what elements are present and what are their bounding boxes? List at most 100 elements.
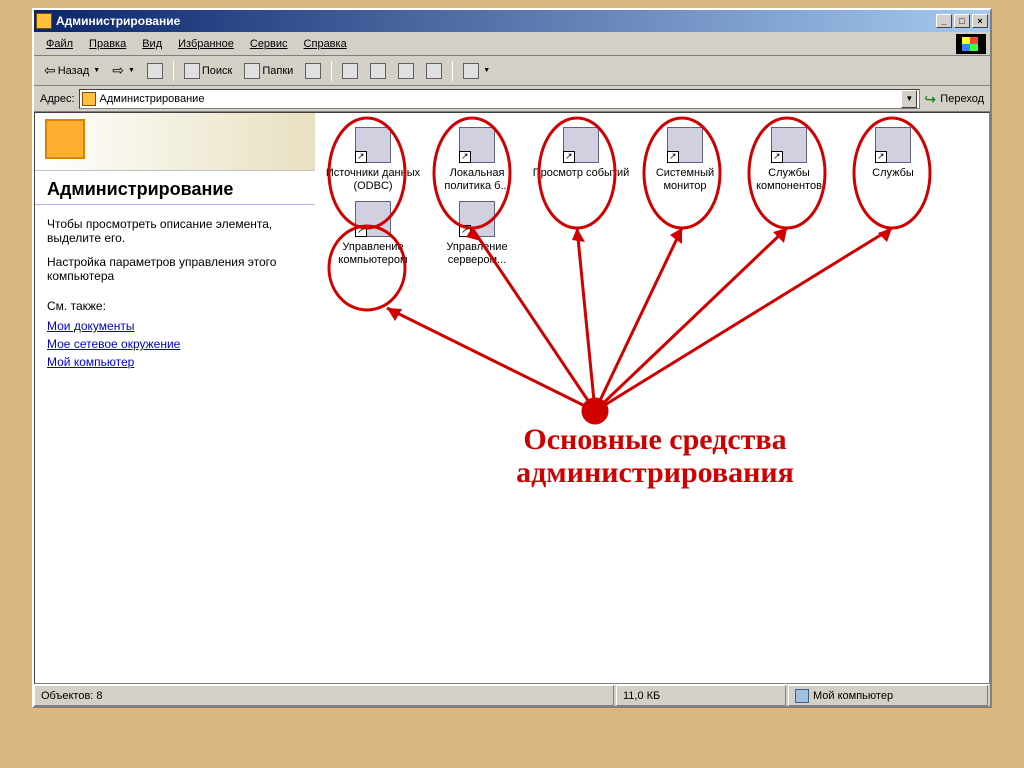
app-icon [36,13,52,29]
delete-icon [398,63,414,79]
close-button[interactable]: × [972,14,988,28]
titlebar[interactable]: Администрирование _ □ × [34,10,990,32]
menu-tools[interactable]: Сервис [242,36,296,52]
back-arrow-icon: ⇦ [44,62,56,79]
item-services[interactable]: Службы [843,127,943,193]
folders-button[interactable]: Папки [240,61,297,81]
shortcut-icon [875,151,887,163]
item-label: Источники данных (ODBC) [323,167,423,193]
link-my-computer[interactable]: Мой компьютер [47,355,303,369]
item-computer-mgmt[interactable]: Управление компьютером [323,201,423,267]
copyto-button[interactable] [366,61,390,81]
sidebar-subtitle: Настройка параметров управления этого ко… [47,255,303,283]
address-label: Адрес: [40,93,75,105]
annotation-line1: Основные средства [435,423,875,456]
status-objects: Объектов: 8 [34,685,614,706]
item-label: Системный монитор [635,167,735,193]
views-icon [463,63,479,79]
item-label: Управление компьютером [323,241,423,267]
item-local-policy[interactable]: Локальная политика б... [427,127,527,193]
item-label: Службы компонентов [739,167,839,193]
folder-icon [82,92,96,106]
status-location-text: Мой компьютер [813,690,893,702]
address-value: Администрирование [100,93,205,105]
undo-icon [426,63,442,79]
see-also-label: См. также: [47,299,303,313]
item-event-viewer[interactable]: Просмотр событий [531,127,631,193]
item-perf-monitor[interactable]: Системный монитор [635,127,735,193]
moveto-icon [342,63,358,79]
window-title: Администрирование [56,14,936,28]
item-server-mgmt[interactable]: Управление сервером... [427,201,527,267]
banner [35,113,315,171]
copyto-icon [370,63,386,79]
separator [331,61,332,81]
up-folder-icon [147,63,163,79]
annotation-text: Основные средства администрирования [435,423,875,489]
shortcut-icon [771,151,783,163]
sidebar-body: Чтобы просмотреть описание элемента, выд… [35,205,315,385]
shortcut-icon [459,225,471,237]
shortcut-icon [355,151,367,163]
address-dropdown[interactable]: ▼ [901,90,917,108]
annotation-line2: администрирования [435,456,875,489]
menu-file[interactable]: Файл [38,36,81,52]
statusbar: Объектов: 8 11,0 КБ Мой компьютер [34,684,990,706]
shortcut-icon [563,151,575,163]
go-arrow-icon: ↪ [924,92,938,106]
link-my-network[interactable]: Мое сетевое окружение [47,337,303,351]
back-button[interactable]: ⇦Назад▼ [40,60,104,81]
search-label: Поиск [202,65,232,77]
menu-help[interactable]: Справка [296,36,355,52]
separator [173,61,174,81]
windows-logo-icon [956,34,986,54]
content-area: Администрирование Чтобы просмотреть опис… [34,112,990,684]
dropdown-icon: ▼ [483,67,490,74]
views-button[interactable]: ▼ [459,61,494,81]
sidebar-panel: Администрирование Чтобы просмотреть опис… [35,113,315,683]
forward-arrow-icon: ⇨ [112,62,124,79]
undo-button[interactable] [422,61,446,81]
back-label: Назад [58,65,90,77]
up-button[interactable] [143,61,167,81]
computer-icon [795,689,809,703]
search-icon [184,63,200,79]
status-size: 11,0 КБ [616,685,786,706]
separator [452,61,453,81]
item-odbc[interactable]: Источники данных (ODBC) [323,127,423,193]
item-label: Службы [843,167,943,180]
sidebar-desc: Чтобы просмотреть описание элемента, выд… [47,217,303,245]
delete-button[interactable] [394,61,418,81]
item-label: Управление сервером... [427,241,527,267]
folders-label: Папки [262,65,293,77]
go-label: Переход [940,93,984,105]
item-label: Локальная политика б... [427,167,527,193]
folders-icon [244,63,260,79]
addressbar: Адрес: Администрирование ▼ ↪ Переход [34,86,990,112]
shortcut-icon [667,151,679,163]
moveto-button[interactable] [338,61,362,81]
icon-pane[interactable]: Источники данных (ODBC) Локальная полити… [315,113,989,683]
window-controls: _ □ × [936,14,988,28]
go-button[interactable]: ↪ Переход [924,92,984,106]
link-my-documents[interactable]: Мои документы [47,319,303,333]
minimize-button[interactable]: _ [936,14,952,28]
item-label: Просмотр событий [531,167,631,180]
explorer-window: Администрирование _ □ × Файл Правка Вид … [32,8,992,708]
forward-button[interactable]: ⇨▼ [108,60,139,81]
menu-view[interactable]: Вид [134,36,170,52]
maximize-button[interactable]: □ [954,14,970,28]
history-icon [305,63,321,79]
icon-grid: Источники данных (ODBC) Локальная полити… [323,127,981,267]
shortcut-icon [459,151,471,163]
search-button[interactable]: Поиск [180,61,236,81]
history-button[interactable] [301,61,325,81]
item-component-services[interactable]: Службы компонентов [739,127,839,193]
dropdown-icon: ▼ [128,67,135,74]
menu-edit[interactable]: Правка [81,36,134,52]
sidebar-title: Администрирование [35,171,315,205]
admin-tools-icon [45,119,85,159]
menu-favorites[interactable]: Избранное [170,36,242,52]
address-input[interactable]: Администрирование ▼ [79,89,921,109]
shortcut-icon [355,225,367,237]
